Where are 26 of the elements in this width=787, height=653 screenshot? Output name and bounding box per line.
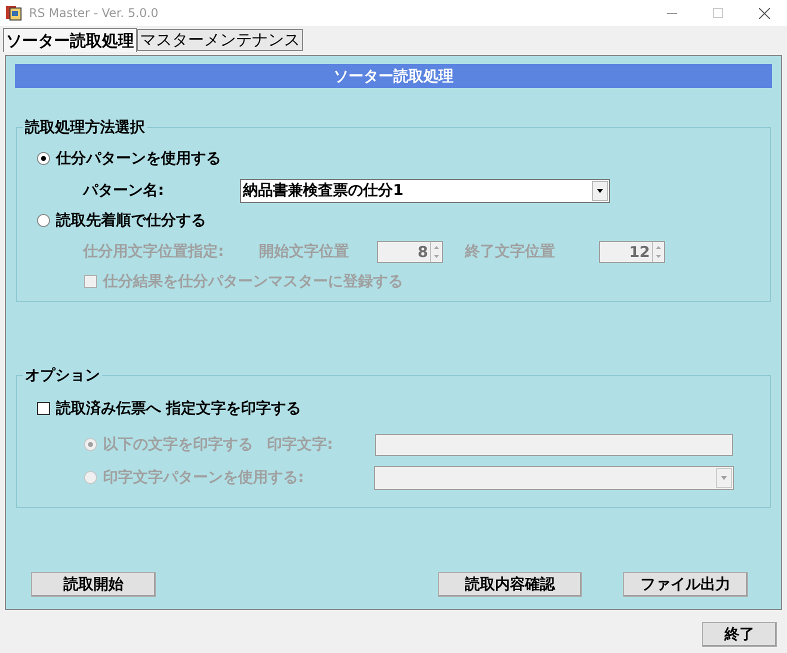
radio-label: 仕分パターンを使用する bbox=[56, 148, 221, 170]
radio-button[interactable] bbox=[37, 152, 50, 165]
section-header: ソーター読取処理 bbox=[15, 64, 772, 88]
pattern-dropdown[interactable] bbox=[374, 466, 734, 490]
field-label: パターン名: bbox=[83, 180, 165, 202]
field-label: 仕分用文字位置指定: bbox=[83, 241, 225, 262]
app-icon bbox=[5, 4, 23, 22]
tab[interactable]: ソーター読取処理 bbox=[3, 28, 137, 52]
checkbox-label: 読取済み伝票へ 指定文字を印字する bbox=[56, 398, 302, 420]
field-label: 終了文字位置 bbox=[465, 241, 556, 262]
pattern-dropdown[interactable]: 納品書兼検査票の仕分1 bbox=[240, 178, 610, 202]
radio-label: 以下の文字を印字する bbox=[103, 434, 253, 456]
action-button[interactable]: 読取内容確認 bbox=[438, 572, 582, 597]
checkbox[interactable] bbox=[37, 402, 50, 415]
window-title: RS Master - Ver. 5.0.0 bbox=[29, 5, 158, 22]
radio-label: 読取先着順で仕分する bbox=[56, 210, 206, 232]
radio-label: 印字文字パターンを使用する: bbox=[103, 467, 304, 488]
action-button[interactable]: ファイル出力 bbox=[623, 572, 748, 597]
field-label: 印字文字: bbox=[267, 434, 333, 456]
field-label: 開始文字位置 bbox=[259, 241, 350, 262]
action-button[interactable]: 読取開始 bbox=[31, 572, 156, 597]
tab[interactable]: マスターメンテナンス bbox=[137, 29, 303, 51]
group-title: オプション bbox=[24, 365, 101, 386]
action-button[interactable]: 終了 bbox=[702, 622, 777, 647]
checkbox-label: 仕分結果を仕分パターンマスターに登録する bbox=[103, 271, 403, 292]
group-title: 読取処理方法選択 bbox=[24, 117, 146, 138]
